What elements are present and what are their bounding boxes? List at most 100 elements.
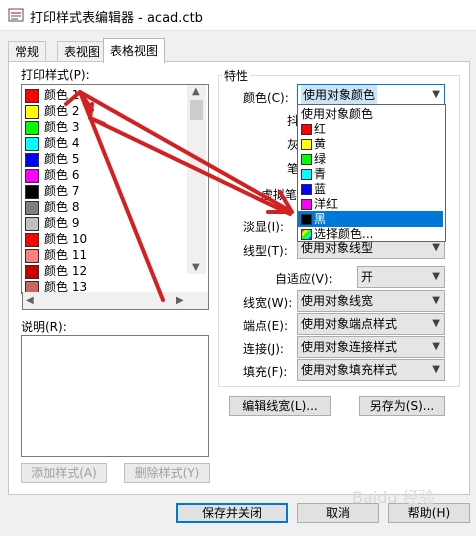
- lineweight-combo-value: 使用对象线宽: [301, 294, 374, 308]
- color-swatch: [25, 185, 39, 199]
- scroll-left-icon[interactable]: ◀: [26, 295, 34, 306]
- color-option-label: 青: [314, 167, 327, 181]
- window-title: 打印样式表编辑器 - acad.ctb: [30, 11, 203, 26]
- print-style-label: 颜色 8: [44, 200, 80, 214]
- print-style-label: 颜色 11: [44, 248, 88, 262]
- print-style-list[interactable]: 颜色 1 颜色 2 颜色 3 颜色 4 颜色 5 颜色 6 颜色 7 颜色 8 颜色 9 颜色 1…: [21, 84, 209, 295]
- description-textarea[interactable]: [21, 335, 209, 457]
- color-combo-value: 使用对象颜色: [301, 85, 378, 105]
- description-label: 说明(R):: [21, 320, 67, 334]
- print-style-label: 颜色 9: [44, 216, 80, 230]
- print-style-label: 颜色 10: [44, 232, 88, 246]
- print-style-item[interactable]: 颜色 5: [24, 151, 188, 167]
- scroll-thumb[interactable]: [190, 100, 203, 120]
- scroll-right-icon[interactable]: ▶: [176, 295, 184, 306]
- color-option[interactable]: 选择颜色...: [298, 226, 443, 242]
- color-option-label: 绿: [314, 152, 327, 166]
- screening-label: 淡显(I):: [243, 220, 284, 234]
- print-style-item[interactable]: 颜色 4: [24, 135, 188, 151]
- print-style-item[interactable]: 颜色 3: [24, 119, 188, 135]
- color-option[interactable]: 红: [298, 121, 443, 137]
- color-swatch: [301, 214, 312, 225]
- tab-grid-view[interactable]: 表格视图: [103, 38, 166, 63]
- print-style-item[interactable]: 颜色 1: [24, 87, 188, 103]
- color-option-label: 黑: [314, 212, 327, 226]
- lineweight-combo[interactable]: 使用对象线宽 ▼: [297, 290, 445, 312]
- join-combo-value: 使用对象连接样式: [301, 340, 398, 354]
- print-style-label: 颜色 4: [44, 136, 80, 150]
- save-as-button[interactable]: 另存为(S)...: [359, 396, 445, 416]
- color-swatch: [301, 169, 312, 180]
- color-swatch: [301, 154, 312, 165]
- color-swatch: [25, 137, 39, 151]
- scroll-down-icon[interactable]: ▼: [192, 262, 200, 273]
- linetype-label: 线型(T):: [243, 244, 288, 258]
- color-swatch: [25, 201, 39, 215]
- color-option[interactable]: 洋红: [298, 196, 443, 212]
- print-style-item[interactable]: 颜色 12: [24, 263, 188, 279]
- color-option-label: 红: [314, 122, 327, 136]
- color-swatch: [25, 105, 39, 119]
- chevron-down-icon: ▼: [432, 341, 440, 352]
- add-style-button[interactable]: 添加样式(A): [21, 463, 107, 483]
- color-swatch: [301, 229, 312, 240]
- edit-lineweight-button[interactable]: 编辑线宽(L)...: [229, 396, 331, 416]
- print-style-label: 颜色 7: [44, 184, 80, 198]
- color-swatch: [25, 217, 39, 231]
- color-label: 颜色(C):: [243, 91, 289, 105]
- color-option[interactable]: 绿: [298, 151, 443, 167]
- color-option-label: 选择颜色...: [314, 227, 374, 241]
- color-option-label: 洋红: [314, 197, 339, 211]
- chevron-down-icon: ▼: [432, 271, 440, 282]
- print-style-label: 颜色 12: [44, 264, 88, 278]
- color-swatch: [301, 199, 312, 210]
- print-style-label: 颜色 3: [44, 120, 80, 134]
- virtual-pen-label: 虚拟笔: [261, 188, 298, 202]
- color-swatch: [25, 233, 39, 247]
- color-swatch: [301, 139, 312, 150]
- print-style-label: 颜色 2: [44, 104, 80, 118]
- color-swatch: [25, 89, 39, 103]
- tab-table-view[interactable]: 表视图: [57, 41, 108, 62]
- scroll-up-icon[interactable]: ▲: [192, 86, 200, 97]
- print-style-item[interactable]: 颜色 7: [24, 183, 188, 199]
- chevron-down-icon: ▼: [432, 364, 440, 375]
- properties-title: 特性: [222, 67, 251, 84]
- delete-style-button[interactable]: 删除样式(Y): [124, 463, 210, 483]
- save-and-close-button[interactable]: 保存并关闭: [176, 503, 288, 523]
- adaptive-combo-value: 开: [361, 270, 374, 284]
- print-style-label: 颜色 6: [44, 168, 80, 182]
- print-style-label: 颜色 5: [44, 152, 80, 166]
- print-style-item[interactable]: 颜色 9: [24, 215, 188, 231]
- color-option[interactable]: 黄: [298, 136, 443, 152]
- print-style-item[interactable]: 颜色 10: [24, 231, 188, 247]
- endpoint-combo[interactable]: 使用对象端点样式 ▼: [297, 313, 445, 335]
- endpoint-combo-value: 使用对象端点样式: [301, 317, 398, 331]
- color-option[interactable]: 青: [298, 166, 443, 182]
- print-style-label: 颜色 1: [44, 88, 80, 102]
- fill-combo-value: 使用对象填充样式: [301, 363, 398, 377]
- join-combo[interactable]: 使用对象连接样式 ▼: [297, 336, 445, 358]
- print-style-item[interactable]: 颜色 8: [24, 199, 188, 215]
- color-option[interactable]: 蓝: [298, 181, 443, 197]
- join-label: 连接(J):: [243, 342, 284, 356]
- adaptive-combo[interactable]: 开 ▼: [357, 266, 445, 288]
- color-option-label: 黄: [314, 137, 327, 151]
- lineweight-label: 线宽(W):: [243, 296, 293, 310]
- fill-label: 填充(F):: [243, 365, 288, 379]
- color-dropdown-list[interactable]: 使用对象颜色红黄绿青蓝洋红黑选择颜色...: [297, 104, 446, 242]
- watermark: Baidu 经验: [352, 488, 435, 507]
- color-option-label: 使用对象颜色: [301, 107, 374, 121]
- adaptive-label: 自适应(V):: [275, 272, 333, 286]
- tab-general[interactable]: 常规: [8, 41, 47, 62]
- app-icon: [8, 8, 24, 22]
- color-swatch: [25, 249, 39, 263]
- print-style-item[interactable]: 颜色 2: [24, 103, 188, 119]
- fill-combo[interactable]: 使用对象填充样式 ▼: [297, 359, 445, 381]
- color-option[interactable]: 使用对象颜色: [298, 106, 443, 122]
- print-style-item[interactable]: 颜色 6: [24, 167, 188, 183]
- color-option[interactable]: 黑: [298, 211, 443, 227]
- color-combo[interactable]: 使用对象颜色 ▼: [297, 84, 445, 106]
- print-style-item[interactable]: 颜色 11: [24, 247, 188, 263]
- endpoint-label: 端点(E):: [243, 319, 288, 333]
